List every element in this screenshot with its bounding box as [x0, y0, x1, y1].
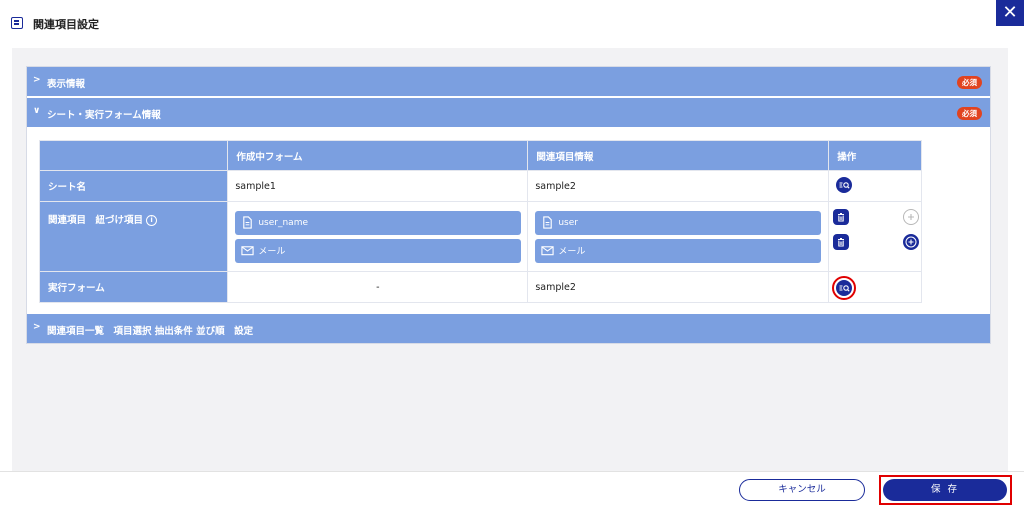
- document-icon: [543, 216, 553, 229]
- plus-circle-icon: [905, 236, 917, 248]
- row-label-exec-form: 実行フォーム: [38, 271, 229, 303]
- table-header-row: 作成中フォーム 関連項目情報 操作: [38, 140, 922, 171]
- search-list-icon: [839, 182, 850, 189]
- table-row: 実行フォーム - sample2: [38, 271, 922, 303]
- sheet-name-current: sample1: [227, 170, 529, 202]
- column-header-related-info: 関連項目情報: [527, 140, 830, 171]
- section-label: 表示情報: [47, 79, 86, 90]
- dialog-title: 関連項目設定: [33, 18, 99, 31]
- mail-icon: [541, 246, 554, 256]
- trash-icon: [838, 238, 844, 247]
- field-chip[interactable]: メール: [535, 238, 822, 263]
- row-label-related-items: 関連項目 紐づけ項目 i: [38, 201, 229, 272]
- document-icon: [243, 216, 253, 229]
- chevron-right-icon: >: [33, 322, 41, 332]
- row-label-text: 関連項目 紐づけ項目: [48, 215, 144, 226]
- save-button[interactable]: 保 存: [883, 479, 1007, 501]
- plus-circle-icon: [908, 214, 914, 220]
- related-items-current: user_name メール: [227, 201, 529, 272]
- section-label: シート・実行フォーム情報: [47, 110, 161, 121]
- row-label-sheet-name: シート名: [38, 170, 229, 202]
- info-icon[interactable]: i: [146, 215, 158, 226]
- chip-label: メール: [558, 247, 586, 257]
- cancel-button[interactable]: キャンセル: [739, 479, 865, 501]
- exec-form-current: -: [227, 271, 529, 303]
- mapping-table: 作成中フォーム 関連項目情報 操作 シート名 sample1 sample2 関…: [38, 140, 922, 303]
- chevron-right-icon: >: [33, 75, 41, 85]
- delete-row-button[interactable]: [833, 234, 849, 250]
- chip-label: user_name: [258, 217, 308, 228]
- column-header: [38, 140, 229, 171]
- close-button[interactable]: ✕: [996, 0, 1024, 26]
- dialog-footer: [0, 471, 1024, 508]
- chip-label: メール: [258, 247, 286, 257]
- chevron-down-icon: ∨: [33, 106, 41, 116]
- table-row: シート名 sample1 sample2: [38, 170, 922, 202]
- required-badge: 必須: [957, 76, 982, 89]
- dialog-header: 関連項目設定: [0, 0, 1024, 48]
- column-header-operations: 操作: [828, 140, 922, 171]
- trash-icon: [838, 213, 844, 222]
- related-items-related: user メール: [527, 201, 830, 272]
- field-chip[interactable]: メール: [235, 238, 522, 263]
- add-row-button[interactable]: [903, 234, 919, 250]
- mail-icon: [241, 246, 254, 256]
- column-header-current-form: 作成中フォーム: [227, 140, 529, 171]
- sheet-name-related: sample2: [527, 170, 830, 202]
- field-chip[interactable]: user_name: [235, 210, 522, 235]
- highlight-ring: [832, 276, 856, 300]
- list-icon: [11, 17, 23, 29]
- section-display-info[interactable]: > 表示情報 必須: [27, 67, 990, 96]
- delete-row-button[interactable]: [833, 209, 849, 225]
- exec-form-related: sample2: [527, 271, 830, 303]
- table-row: 関連項目 紐づけ項目 i user_name メール user メール: [38, 201, 922, 272]
- section-related-items-list[interactable]: > 関連項目一覧 項目選択 抽出条件 並び順 設定: [27, 314, 990, 343]
- add-row-button-disabled: [903, 209, 919, 225]
- required-badge: 必須: [957, 107, 982, 120]
- field-chip[interactable]: user: [535, 210, 822, 235]
- chip-label: user: [558, 217, 578, 228]
- search-list-button[interactable]: [836, 177, 852, 193]
- section-label: 関連項目一覧 項目選択 抽出条件 並び順 設定: [47, 326, 254, 337]
- section-sheet-form-info[interactable]: ∨ シート・実行フォーム情報 必須: [27, 98, 990, 127]
